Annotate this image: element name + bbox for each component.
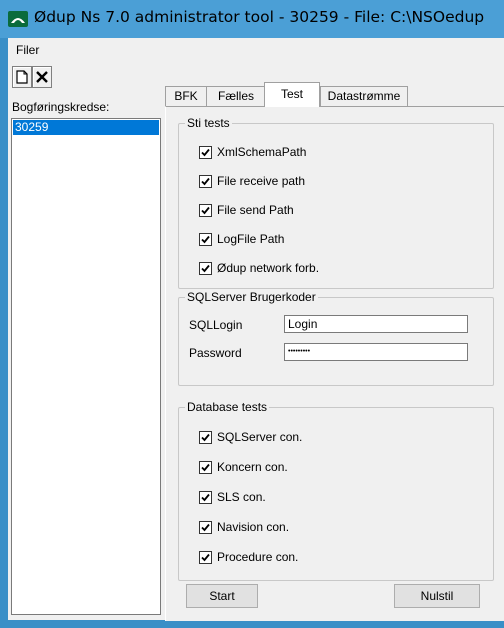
checkbox-label: SLS con. <box>217 490 266 504</box>
checkbox[interactable] <box>199 521 212 534</box>
checkbox-label: Ødup network forb. <box>217 261 320 275</box>
group-title: Database tests <box>185 400 270 414</box>
tab-datastromme[interactable]: Datastrømme <box>320 86 408 106</box>
sidebar-label: Bogføringskredse: <box>12 100 110 114</box>
checkbox-label: LogFile Path <box>217 232 285 246</box>
checkbox[interactable] <box>199 233 212 246</box>
checkbox-label: XmlSchemaPath <box>217 145 307 159</box>
title-bar[interactable]: Ødup Ns 7.0 administrator tool - 30259 -… <box>0 0 504 38</box>
tab-bfk[interactable]: BFK <box>165 86 207 106</box>
checkbox[interactable] <box>199 262 212 275</box>
checkbox-label: Procedure con. <box>217 550 299 564</box>
password-input[interactable]: ••••••••• <box>284 343 468 361</box>
checkbox[interactable] <box>199 551 212 564</box>
password-label: Password <box>189 346 242 360</box>
database-tests-group: Database tests SQLServer con. Koncern co… <box>178 400 494 581</box>
tab-faelles[interactable]: Fælles <box>206 86 266 106</box>
bogforingskredse-list[interactable]: 30259 <box>11 118 161 615</box>
checkbox[interactable] <box>199 175 212 188</box>
checkbox[interactable] <box>199 204 212 217</box>
app-icon <box>8 11 28 27</box>
sql-credentials-group: SQLServer Brugerkoder SQLLogin Login Pas… <box>178 290 494 386</box>
window-title: Ødup Ns 7.0 administrator tool - 30259 -… <box>34 8 485 26</box>
start-button[interactable]: Start <box>186 584 258 608</box>
checkbox[interactable] <box>199 146 212 159</box>
checkbox[interactable] <box>199 491 212 504</box>
menu-filer[interactable]: Filer <box>16 43 39 57</box>
menu-bar: Filer <box>8 38 504 60</box>
sqllogin-label: SQLLogin <box>189 318 243 332</box>
checkbox[interactable] <box>199 461 212 474</box>
checkbox-label: File send Path <box>217 203 294 217</box>
test-tab-page: Sti tests XmlSchemaPath File receive pat… <box>165 106 504 621</box>
delete-button[interactable] <box>32 66 52 88</box>
group-title: Sti tests <box>185 116 232 130</box>
checkbox-label: Koncern con. <box>217 460 288 474</box>
tab-test[interactable]: Test <box>264 82 320 107</box>
list-item[interactable]: 30259 <box>13 120 159 135</box>
new-button[interactable] <box>12 66 32 88</box>
checkbox-label: Navision con. <box>217 520 290 534</box>
checkbox[interactable] <box>199 431 212 444</box>
group-title: SQLServer Brugerkoder <box>185 290 318 304</box>
checkbox-label: SQLServer con. <box>217 430 303 444</box>
main-window: Filer Bogføringskredse: 30259 BFK Fælles… <box>8 38 504 621</box>
checkbox-label: File receive path <box>217 174 306 188</box>
sti-tests-group: Sti tests XmlSchemaPath File receive pat… <box>178 116 494 289</box>
sqllogin-input[interactable]: Login <box>284 315 468 333</box>
reset-button[interactable]: Nulstil <box>394 584 480 608</box>
